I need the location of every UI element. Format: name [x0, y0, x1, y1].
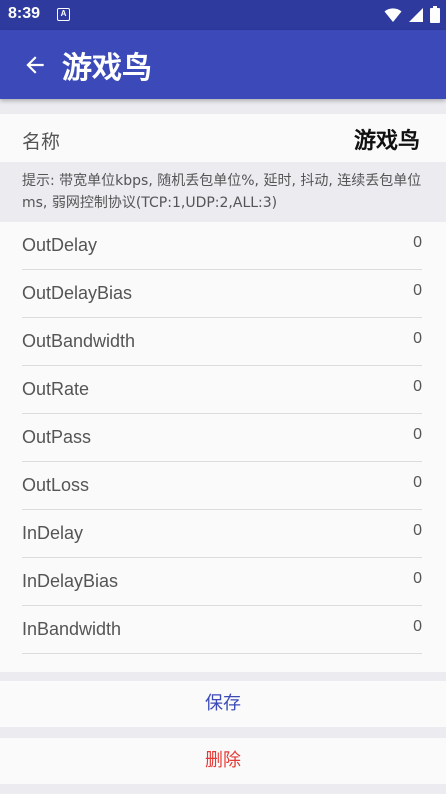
param-row-indelaybias[interactable]: InDelayBias 0	[22, 558, 422, 606]
battery-icon	[430, 6, 440, 23]
params-list: OutDelay 0 OutDelayBias 0 OutBandwidth 0…	[0, 222, 446, 672]
param-key: OutPass	[22, 427, 92, 447]
delete-button[interactable]: 删除	[0, 738, 446, 784]
status-time: 8:39	[8, 5, 41, 22]
page-title: 游戏鸟	[62, 51, 152, 86]
param-row-outrate[interactable]: OutRate 0	[22, 366, 422, 414]
hint-text: 提示: 带宽单位kbps, 随机丢包单位%, 延时, 抖动, 连续丢包单位ms,…	[0, 162, 446, 222]
param-row-outdelay[interactable]: OutDelay 0	[22, 222, 422, 270]
param-row-outloss[interactable]: OutLoss 0	[22, 462, 422, 510]
name-field[interactable]: 名称 游戏鸟	[0, 114, 446, 162]
param-key: OutDelayBias	[22, 283, 133, 303]
param-row-indelay[interactable]: InDelay 0	[22, 510, 422, 558]
param-value[interactable]: 0	[413, 282, 422, 300]
param-row-outbandwidth[interactable]: OutBandwidth 0	[22, 318, 422, 366]
param-value[interactable]: 0	[413, 426, 422, 444]
param-value[interactable]: 0	[413, 522, 422, 540]
param-value[interactable]: 0	[413, 378, 422, 396]
param-value[interactable]: 0	[413, 330, 422, 348]
name-label: 名称	[22, 131, 61, 153]
save-button[interactable]: 保存	[0, 681, 446, 727]
arrow-left-icon[interactable]	[22, 52, 48, 78]
param-value[interactable]: 0	[413, 474, 422, 492]
param-value[interactable]: 0	[413, 618, 422, 636]
param-row-outpass[interactable]: OutPass 0	[22, 414, 422, 462]
wifi-icon	[384, 7, 402, 22]
param-key: OutDelay	[22, 235, 98, 255]
signal-icon	[409, 7, 423, 22]
param-key: InBandwidth	[22, 619, 122, 639]
param-value[interactable]: 0	[413, 234, 422, 252]
param-key: InDelayBias	[22, 571, 119, 591]
app-bar: 游戏鸟	[0, 30, 446, 99]
param-key: InDelay	[22, 523, 84, 543]
param-value[interactable]: 0	[413, 570, 422, 588]
name-value[interactable]: 游戏鸟	[354, 123, 420, 155]
param-row-outdelaybias[interactable]: OutDelayBias 0	[22, 270, 422, 318]
param-row-inbandwidth[interactable]: InBandwidth 0	[22, 606, 422, 654]
system-icons	[384, 6, 440, 23]
param-key: OutBandwidth	[22, 331, 136, 351]
notification-icon: A	[57, 8, 70, 21]
param-key: OutRate	[22, 379, 90, 399]
param-key: OutLoss	[22, 475, 90, 495]
status-bar: 8:39 A	[0, 0, 446, 30]
